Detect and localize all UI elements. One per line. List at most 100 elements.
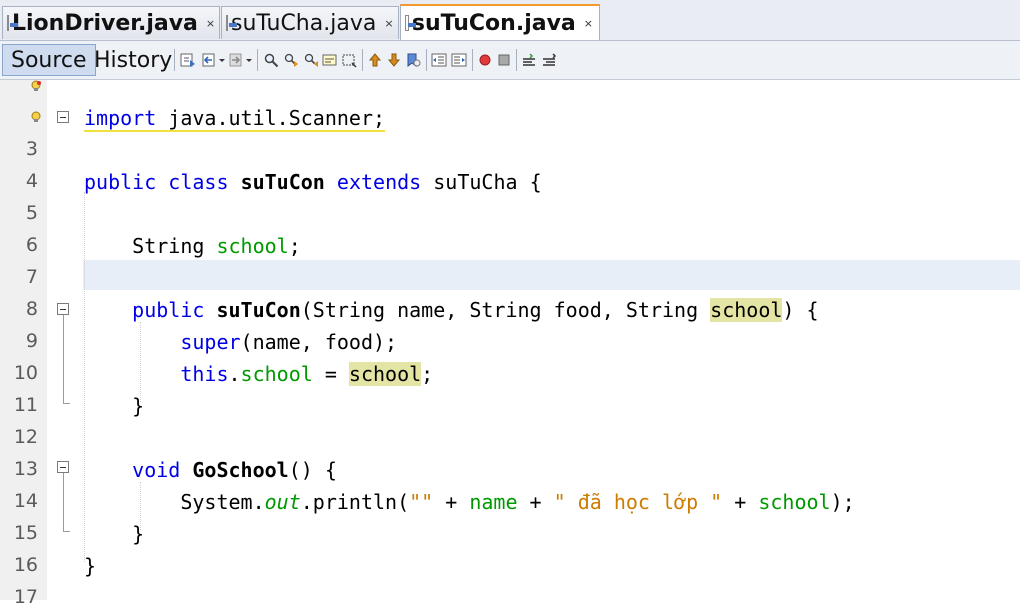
source-view-tab[interactable]: Source (2, 44, 96, 76)
code-line-16[interactable]: } (84, 554, 96, 578)
code-text: } (132, 394, 145, 418)
keyword: public (84, 170, 157, 194)
toolbar-separator (472, 49, 473, 71)
find-next-icon[interactable] (303, 52, 319, 68)
highlighted-parameter: school (710, 298, 783, 322)
line-number: 4 (25, 170, 38, 192)
code-text: + (722, 490, 759, 514)
line-number: 6 (25, 234, 38, 256)
code-line-11[interactable]: } (84, 394, 144, 418)
toolbar-separator (426, 49, 427, 71)
fold-end-marker (63, 531, 70, 532)
keyword: public (132, 298, 205, 322)
lightbulb-warning-icon[interactable] (30, 111, 42, 123)
history-view-tab[interactable]: History (86, 44, 180, 76)
lightbulb-warning-icon[interactable] (30, 80, 42, 92)
start-macro-icon[interactable] (477, 52, 493, 68)
shift-left-icon[interactable] (431, 52, 447, 68)
tab-liondriver-java[interactable]: LionDriver.java × (2, 6, 220, 39)
tab-sutucon-java[interactable]: suTuCon.java × (400, 4, 600, 40)
field-name: school (758, 490, 831, 514)
code-text: (name, food); (240, 330, 398, 354)
code-text: ; (288, 234, 301, 258)
forward-icon[interactable] (228, 52, 244, 68)
fold-guide (63, 473, 64, 531)
keyword: super (180, 330, 241, 354)
previous-bookmark-icon[interactable] (367, 52, 383, 68)
code-text: ; (421, 362, 434, 386)
code-text: () { (288, 458, 337, 482)
toolbar-separator (174, 49, 175, 71)
tab-label: suTuCon.java (411, 10, 576, 36)
field-name: school (216, 234, 289, 258)
line-number: 15 (13, 522, 38, 544)
toggle-bookmark-icon[interactable] (405, 52, 421, 68)
code-text: .println( (300, 490, 410, 514)
editor-toolbar: Source History (0, 41, 1020, 80)
code-text: + (433, 490, 470, 514)
code-text: = (312, 362, 349, 386)
editor-tab-bar: LionDriver.java × suTuCha.java × suTuCon… (0, 0, 1020, 41)
close-tab-icon[interactable]: × (206, 17, 215, 30)
code-line-10[interactable]: this.school = school; (84, 362, 433, 386)
code-text: java.util.Scanner; (156, 106, 386, 130)
code-text: + (517, 490, 554, 514)
code-line-2[interactable]: import java.util.Scanner; (84, 106, 386, 132)
find-selection-icon[interactable] (263, 52, 279, 68)
find-previous-icon[interactable] (283, 52, 299, 68)
code-line-14[interactable]: System.out.println("" + name + " đã học … (84, 490, 854, 514)
line-number: 9 (25, 330, 38, 352)
fold-end-marker (63, 403, 70, 404)
toggle-highlight-icon[interactable] (322, 52, 338, 68)
method-name: GoSchool (192, 458, 289, 482)
class-name: suTuCon (240, 170, 325, 194)
fold-toggle-icon[interactable] (57, 303, 69, 315)
forward-dropdown-icon[interactable] (245, 52, 253, 68)
toggle-rect-select-icon[interactable] (341, 52, 357, 68)
code-text: suTuCha { (421, 170, 542, 194)
close-tab-icon[interactable]: × (584, 17, 593, 30)
fold-guide (63, 315, 64, 403)
code-line-13[interactable]: void GoSchool() { (84, 458, 337, 482)
code-editor[interactable]: 3 4 5 6 7 8 9 10 11 12 13 14 15 16 17 im… (0, 80, 1020, 608)
toolbar-separator (516, 49, 517, 71)
line-number: 8 (25, 298, 38, 320)
keyword: class (168, 170, 229, 194)
code-text: ) { (782, 298, 819, 322)
last-edit-icon[interactable] (180, 52, 196, 68)
comment-icon[interactable] (521, 52, 537, 68)
uncomment-icon[interactable] (541, 52, 557, 68)
tab-sutucha-java[interactable]: suTuCha.java × (221, 6, 399, 39)
line-number: 13 (13, 458, 38, 480)
java-file-icon (7, 15, 18, 31)
code-text: } (132, 522, 145, 546)
close-tab-icon[interactable]: × (384, 17, 393, 30)
string-literal: " đã học lớp " (553, 490, 723, 514)
line-number: 7 (25, 266, 38, 288)
code-line-6[interactable]: String school; (84, 234, 301, 258)
code-line-4[interactable]: public class suTuCon extends suTuCha { (84, 170, 542, 194)
shift-right-icon[interactable] (451, 52, 467, 68)
toolbar-separator (362, 49, 363, 71)
code-text: System. (180, 490, 265, 514)
static-field: out (264, 490, 301, 514)
keyword: extends (336, 170, 422, 194)
tab-label: LionDriver.java (12, 10, 198, 36)
line-number: 12 (13, 426, 38, 448)
line-number: 5 (25, 202, 38, 224)
field-name: school (240, 362, 313, 386)
code-line-9[interactable]: super(name, food); (84, 330, 397, 354)
toolbar-separator (257, 49, 258, 71)
fold-toggle-icon[interactable] (57, 461, 69, 473)
type-name: String (132, 234, 217, 258)
next-bookmark-icon[interactable] (386, 52, 402, 68)
code-line-8[interactable]: public suTuCon(String name, String food,… (84, 298, 819, 322)
code-line-15[interactable]: } (84, 522, 144, 546)
fold-toggle-icon[interactable] (57, 111, 69, 123)
back-dropdown-icon[interactable] (218, 52, 226, 68)
back-icon[interactable] (201, 52, 217, 68)
stop-macro-icon[interactable] (496, 52, 512, 68)
keyword: void (132, 458, 181, 482)
constructor-name: suTuCon (216, 298, 301, 322)
keyword: this (180, 362, 229, 386)
